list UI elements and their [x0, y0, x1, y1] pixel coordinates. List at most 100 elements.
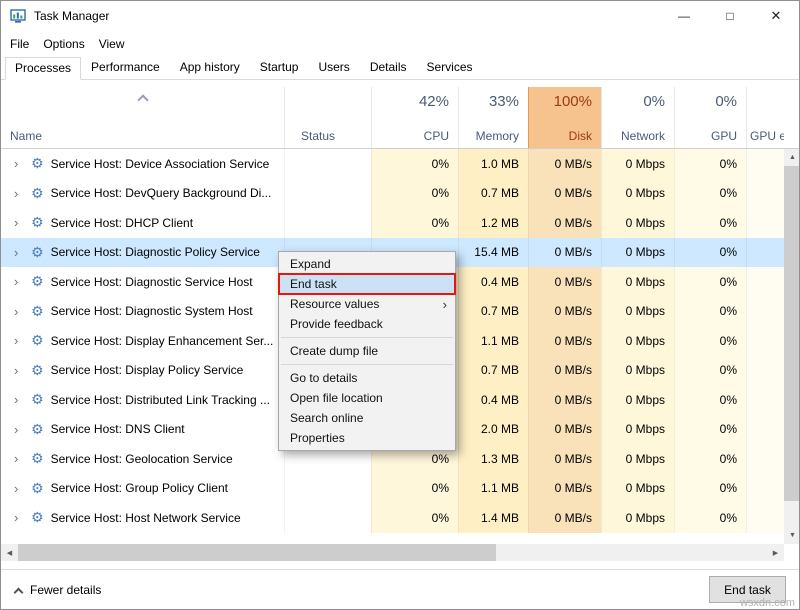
process-name-cell: ›⚙Service Host: Geolocation Service	[1, 444, 284, 474]
menu-item-properties[interactable]: Properties	[279, 428, 455, 448]
disk-total-percent: 100%	[554, 93, 592, 110]
horizontal-scrollbar[interactable]: ◀ ▶	[1, 544, 784, 561]
maximize-button[interactable]: □	[707, 1, 753, 31]
service-gear-icon: ⚙	[31, 303, 44, 320]
task-manager-window: Task Manager — □ ✕ File Options View Pro…	[0, 0, 800, 610]
chevron-right-icon[interactable]: ›	[14, 451, 24, 466]
chevron-right-icon[interactable]: ›	[14, 481, 24, 496]
memory-cell: 15.4 MB	[458, 238, 528, 268]
gpu-engine-cell	[746, 179, 784, 209]
tab-startup[interactable]: Startup	[250, 56, 309, 79]
chevron-right-icon[interactable]: ›	[14, 245, 24, 260]
menu-item-label: Provide feedback	[290, 317, 383, 331]
gpu-engine-cell	[746, 356, 784, 386]
gpu-cell: 0%	[674, 208, 746, 238]
gpu-cell: 0%	[674, 238, 746, 268]
disk-cell: 0 MB/s	[528, 503, 601, 533]
gpu-cell: 0%	[674, 385, 746, 415]
horizontal-scrollbar-thumb[interactable]	[18, 544, 496, 561]
column-header-status[interactable]: Status	[284, 87, 371, 148]
disk-cell: 0 MB/s	[528, 297, 601, 327]
column-label-status: Status	[301, 129, 335, 143]
chevron-right-icon[interactable]: ›	[14, 510, 24, 525]
cpu-total-percent: 42%	[419, 93, 449, 110]
process-name: Service Host: Group Policy Client	[51, 481, 228, 495]
scroll-right-icon[interactable]: ▶	[767, 544, 784, 561]
menu-item-label: Create dump file	[290, 344, 378, 358]
menu-file[interactable]: File	[3, 37, 36, 51]
service-gear-icon: ⚙	[31, 273, 44, 290]
status-cell	[284, 149, 371, 179]
vertical-scrollbar-thumb[interactable]	[784, 166, 800, 501]
menu-item-search-online[interactable]: Search online	[279, 408, 455, 428]
chevron-right-icon[interactable]: ›	[14, 422, 24, 437]
chevron-right-icon[interactable]: ›	[14, 333, 24, 348]
memory-cell: 1.1 MB	[458, 326, 528, 356]
tab-performance[interactable]: Performance	[81, 56, 170, 79]
cpu-cell: 0%	[371, 474, 458, 504]
chevron-right-icon[interactable]: ›	[14, 363, 24, 378]
scroll-down-icon[interactable]: ▼	[784, 527, 800, 544]
chevron-right-icon[interactable]: ›	[14, 156, 24, 171]
tab-bar: ProcessesPerformanceApp historyStartupUs…	[1, 56, 799, 80]
close-button[interactable]: ✕	[753, 1, 799, 31]
menu-separator	[281, 364, 453, 365]
gpu-engine-cell	[746, 503, 784, 533]
process-name: Service Host: DHCP Client	[51, 216, 194, 230]
network-cell: 0 Mbps	[601, 356, 674, 386]
table-row[interactable]: ›⚙Service Host: DHCP Client0%1.2 MB0 MB/…	[1, 208, 799, 238]
column-header-name[interactable]: Name	[1, 87, 284, 148]
gpu-engine-cell	[746, 238, 784, 268]
chevron-right-icon[interactable]: ›	[14, 186, 24, 201]
disk-cell: 0 MB/s	[528, 149, 601, 179]
menu-item-end-task[interactable]: End task	[279, 274, 455, 294]
column-header-gpu[interactable]: 0% GPU	[674, 87, 746, 148]
process-name-cell: ›⚙Service Host: Distributed Link Trackin…	[1, 385, 284, 415]
scroll-up-icon[interactable]: ▲	[784, 149, 800, 166]
fewer-details-toggle[interactable]: Fewer details	[15, 583, 101, 597]
memory-cell: 0.7 MB	[458, 356, 528, 386]
menu-item-expand[interactable]: Expand	[279, 254, 455, 274]
column-header-gpu-engine[interactable]: GPU en	[746, 87, 784, 148]
column-header-network[interactable]: 0% Network	[601, 87, 674, 148]
gpu-total-percent: 0%	[715, 93, 737, 110]
tab-users[interactable]: Users	[308, 56, 359, 79]
menu-options[interactable]: Options	[36, 37, 91, 51]
chevron-right-icon[interactable]: ›	[14, 215, 24, 230]
memory-cell: 1.2 MB	[458, 208, 528, 238]
memory-total-percent: 33%	[489, 93, 519, 110]
disk-cell: 0 MB/s	[528, 179, 601, 209]
disk-cell: 0 MB/s	[528, 356, 601, 386]
service-gear-icon: ⚙	[31, 244, 44, 261]
menu-view[interactable]: View	[92, 37, 132, 51]
process-name-cell: ›⚙Service Host: Diagnostic Policy Servic…	[1, 238, 284, 268]
table-row[interactable]: ›⚙Service Host: Host Network Service0%1.…	[1, 503, 799, 533]
memory-cell: 1.4 MB	[458, 503, 528, 533]
gpu-engine-cell	[746, 444, 784, 474]
tab-services[interactable]: Services	[417, 56, 483, 79]
minimize-button[interactable]: —	[661, 1, 707, 31]
process-name-cell: ›⚙Service Host: Group Policy Client	[1, 474, 284, 504]
menu-item-create-dump-file[interactable]: Create dump file	[279, 341, 455, 361]
task-manager-icon	[10, 8, 26, 24]
tab-processes[interactable]: Processes	[5, 57, 81, 80]
tab-details[interactable]: Details	[360, 56, 417, 79]
disk-cell: 0 MB/s	[528, 474, 601, 504]
chevron-right-icon[interactable]: ›	[14, 274, 24, 289]
menu-item-go-to-details[interactable]: Go to details	[279, 368, 455, 388]
chevron-right-icon[interactable]: ›	[14, 304, 24, 319]
menu-item-provide-feedback[interactable]: Provide feedback	[279, 314, 455, 334]
menu-item-resource-values[interactable]: Resource values›	[279, 294, 455, 314]
scroll-left-icon[interactable]: ◀	[1, 544, 18, 561]
column-header-disk[interactable]: 100% Disk	[528, 87, 601, 148]
chevron-right-icon[interactable]: ›	[14, 392, 24, 407]
column-header-cpu[interactable]: 42% CPU	[371, 87, 458, 148]
table-row[interactable]: ›⚙Service Host: Device Association Servi…	[1, 149, 799, 179]
menu-item-open-file-location[interactable]: Open file location	[279, 388, 455, 408]
vertical-scrollbar[interactable]: ▲ ▼	[784, 149, 800, 544]
table-row[interactable]: ›⚙Service Host: DevQuery Background Di..…	[1, 179, 799, 209]
network-cell: 0 Mbps	[601, 444, 674, 474]
tab-app-history[interactable]: App history	[170, 56, 250, 79]
table-row[interactable]: ›⚙Service Host: Group Policy Client0%1.1…	[1, 474, 799, 504]
column-header-memory[interactable]: 33% Memory	[458, 87, 528, 148]
